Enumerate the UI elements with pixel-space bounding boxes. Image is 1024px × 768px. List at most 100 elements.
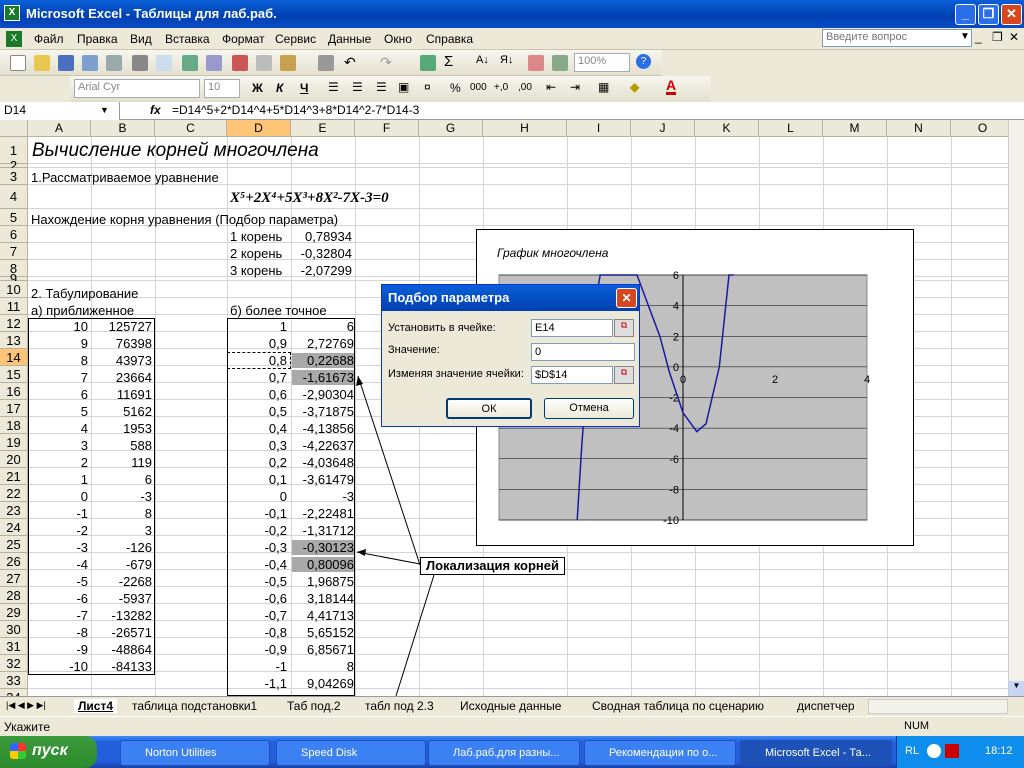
row-header[interactable]: 19 — [0, 434, 28, 451]
column-header[interactable]: K — [695, 120, 759, 137]
sort-desc-icon[interactable]: Я↓ — [500, 54, 513, 66]
tab-pivot-scenario[interactable]: Сводная таблица по сценарию — [592, 699, 764, 713]
row-header[interactable]: 20 — [0, 451, 28, 468]
font-size-select[interactable]: 10 — [204, 79, 240, 98]
tab-source-data[interactable]: Исходные данные — [460, 699, 561, 713]
row-header[interactable]: 25 — [0, 536, 28, 553]
column-header[interactable]: E — [291, 120, 355, 137]
row-header[interactable]: 30 — [0, 621, 28, 638]
row-header[interactable]: 17 — [0, 400, 28, 417]
row-header[interactable]: 14 — [0, 349, 28, 366]
tab-sheet4[interactable]: Лист4 — [74, 699, 118, 713]
italic-button[interactable]: К — [276, 81, 283, 95]
maximize-button[interactable]: ❐ — [978, 4, 999, 25]
doc-restore-button[interactable]: ❐ — [992, 30, 1003, 44]
column-header[interactable]: G — [419, 120, 483, 137]
menu-view[interactable]: Вид — [130, 32, 152, 46]
drawing-icon[interactable] — [552, 55, 568, 71]
row-header[interactable]: 33 — [0, 672, 28, 689]
new-icon[interactable] — [10, 55, 26, 71]
row-header[interactable]: 26 — [0, 553, 28, 570]
row-header[interactable]: 18 — [0, 417, 28, 434]
change-cell-ref-icon[interactable]: ⧉ — [614, 366, 634, 384]
name-box-dropdown-icon[interactable]: ▼ — [100, 105, 109, 115]
increase-decimal-icon[interactable]: +,0 — [494, 82, 508, 93]
row-header[interactable]: 31 — [0, 638, 28, 655]
vertical-scrollbar[interactable]: ▼ — [1008, 120, 1024, 696]
insert-function-button[interactable]: fx — [150, 103, 161, 117]
taskbar-item-labwork[interactable]: Лаб.раб.для разны... — [428, 740, 580, 766]
ok-button[interactable]: ОК — [446, 398, 532, 419]
column-header[interactable]: B — [91, 120, 155, 137]
doc-minimize-button[interactable]: _ — [975, 30, 982, 44]
column-header[interactable]: I — [567, 120, 631, 137]
taskbar-item-excel[interactable]: Microsoft Excel - Та... — [740, 740, 892, 766]
minimize-button[interactable]: _ — [955, 4, 976, 25]
row-header[interactable]: 27 — [0, 570, 28, 587]
copy-icon[interactable] — [256, 55, 272, 71]
decrease-decimal-icon[interactable]: ,00 — [518, 82, 532, 93]
spelling-icon[interactable] — [182, 55, 198, 71]
column-header[interactable]: H — [483, 120, 567, 137]
row-header[interactable]: 22 — [0, 485, 28, 502]
fill-color-icon[interactable]: ◆ — [630, 80, 639, 94]
change-cell-input[interactable]: $D$14 — [531, 366, 613, 384]
formula-input[interactable]: =D14^5+2*D14^4+5*D14^3+8*D14^2-7*D14-3 — [172, 103, 419, 117]
set-cell-ref-icon[interactable]: ⧉ — [614, 319, 634, 337]
help-icon[interactable]: ? — [636, 54, 651, 69]
column-header[interactable]: D — [227, 120, 291, 137]
row-header[interactable]: 32 — [0, 655, 28, 672]
row-header[interactable]: 6 — [0, 226, 28, 243]
chart-wizard-icon[interactable] — [528, 55, 544, 71]
currency-icon[interactable]: ¤ — [424, 80, 431, 94]
column-header[interactable]: L — [759, 120, 823, 137]
align-left-icon[interactable]: ☰ — [328, 80, 339, 94]
print-icon[interactable] — [132, 55, 148, 71]
menu-insert[interactable]: Вставка — [165, 32, 210, 46]
row-header[interactable]: 15 — [0, 366, 28, 383]
research-icon[interactable] — [206, 55, 222, 71]
row-header[interactable]: 13 — [0, 332, 28, 349]
column-header[interactable]: A — [28, 120, 91, 137]
row-header[interactable]: 28 — [0, 587, 28, 604]
paste-icon[interactable] — [280, 55, 296, 71]
row-header[interactable]: 21 — [0, 468, 28, 485]
scroll-down-icon[interactable]: ▼ — [1009, 681, 1024, 696]
menu-help[interactable]: Справка — [426, 32, 473, 46]
borders-icon[interactable]: ▦ — [598, 80, 609, 94]
tab-substitution1[interactable]: таблица подстановки1 — [132, 699, 257, 713]
underline-button[interactable]: Ч — [300, 81, 308, 95]
menu-data[interactable]: Данные — [328, 32, 371, 46]
font-color-icon[interactable]: A — [666, 78, 677, 95]
row-header[interactable]: 12 — [0, 315, 28, 332]
taskbar-item-norton[interactable]: Norton Utilities — [120, 740, 270, 766]
menu-edit[interactable]: Правка — [77, 32, 118, 46]
menu-tools[interactable]: Сервис — [275, 32, 316, 46]
taskbar-item-recommendations[interactable]: Рекомендации по о... — [584, 740, 736, 766]
start-button[interactable]: пуск — [0, 736, 97, 768]
row-header[interactable]: 4 — [0, 185, 28, 209]
sort-asc-icon[interactable]: A↓ — [476, 54, 489, 66]
dialog-close-button[interactable]: ✕ — [616, 288, 637, 308]
workbook-icon[interactable]: X — [6, 31, 22, 47]
column-header[interactable]: O — [951, 120, 1008, 137]
align-center-icon[interactable]: ☰ — [352, 80, 363, 94]
menu-window[interactable]: Окно — [384, 32, 412, 46]
decrease-indent-icon[interactable]: ⇤ — [546, 80, 556, 94]
menu-format[interactable]: Формат — [222, 32, 265, 46]
cancel-button[interactable]: Отмена — [544, 398, 634, 419]
row-header[interactable]: 5 — [0, 209, 28, 226]
thousands-button[interactable]: 000 — [470, 82, 487, 93]
row-header[interactable]: 29 — [0, 604, 28, 621]
ask-question-input[interactable]: Введите вопрос — [822, 29, 972, 47]
column-header[interactable]: F — [355, 120, 419, 137]
print-preview-icon[interactable] — [156, 55, 172, 71]
language-indicator[interactable]: RL — [905, 745, 919, 757]
column-header[interactable]: M — [823, 120, 887, 137]
hyperlink-icon[interactable] — [420, 55, 436, 71]
tab-sub23[interactable]: табл под 2.3 — [365, 699, 434, 713]
email-icon[interactable] — [106, 55, 122, 71]
doc-close-button[interactable]: ✕ — [1009, 30, 1019, 44]
row-header[interactable]: 3 — [0, 168, 28, 185]
autosum-icon[interactable]: Σ — [444, 53, 453, 70]
